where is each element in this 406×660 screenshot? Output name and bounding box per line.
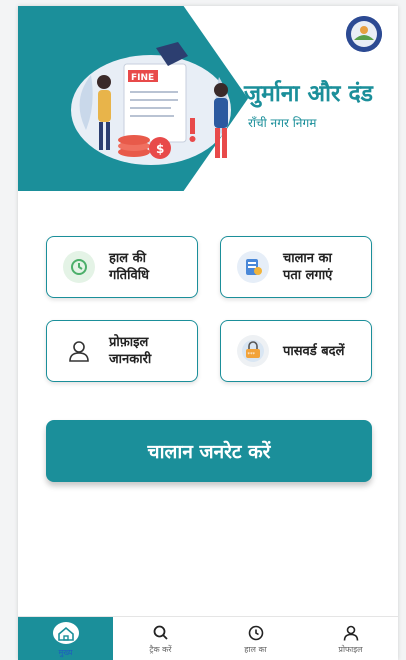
recent-activity-label: हाल की गतिविधि <box>109 251 150 283</box>
user-icon <box>343 625 358 641</box>
document-search-icon <box>237 251 269 283</box>
nav-label-home: मुख्य <box>58 647 73 657</box>
password-lock-icon: *** <box>237 335 269 367</box>
page-title: जुर्माना और दंड <box>244 81 373 107</box>
change-password-tile[interactable]: *** पासवर्ड बदलें <box>220 320 372 382</box>
nav-item-track[interactable]: ट्रैक करें <box>113 617 208 660</box>
track-challan-tile[interactable]: चालान का पता लगाएं <box>220 236 372 298</box>
nav-label-profile: प्रोफाइल <box>338 644 363 654</box>
generate-challan-button[interactable]: चालान जनरेट करें <box>46 420 372 482</box>
change-password-label: पासवर्ड बदलें <box>283 343 345 359</box>
nav-label-recent: हाल का <box>244 644 267 654</box>
nav-item-recent[interactable]: हाल का <box>208 617 303 660</box>
app-screen: FINE $ जुर्माना और दंड राँची नगर निगम हा… <box>18 6 398 660</box>
municipal-logo-icon <box>346 16 382 52</box>
svg-text:$: $ <box>156 142 164 156</box>
home-icon <box>52 621 79 644</box>
recent-activity-tile[interactable]: हाल की गतिविधि <box>46 236 198 298</box>
bottom-navigation: मुख्य ट्रैक करें हाल का प्रोफाइल <box>18 616 398 660</box>
page-subtitle: राँची नगर निगम <box>248 116 317 130</box>
track-challan-label: चालान का पता लगाएं <box>283 251 333 283</box>
fine-illustration: FINE $ <box>71 42 231 165</box>
svg-text:***: *** <box>248 352 256 358</box>
device-frame: FINE $ जुर्माना और दंड राँची नगर निगम हा… <box>0 0 406 660</box>
profile-info-tile[interactable]: प्रोफ़ाइल जानकारी <box>46 320 198 382</box>
nav-item-profile[interactable]: प्रोफाइल <box>303 617 398 660</box>
profile-info-label: प्रोफ़ाइल जानकारी <box>109 335 152 367</box>
user-icon <box>63 335 95 367</box>
header-banner: FINE $ जुर्माना और दंड राँची नगर निगम <box>18 6 398 201</box>
history-icon <box>248 625 263 640</box>
nav-item-home[interactable]: मुख्य <box>18 617 113 660</box>
nav-label-track: ट्रैक करें <box>149 644 172 654</box>
search-icon <box>153 625 168 640</box>
history-icon <box>63 251 95 283</box>
illustration-fine-text: FINE <box>131 73 154 83</box>
